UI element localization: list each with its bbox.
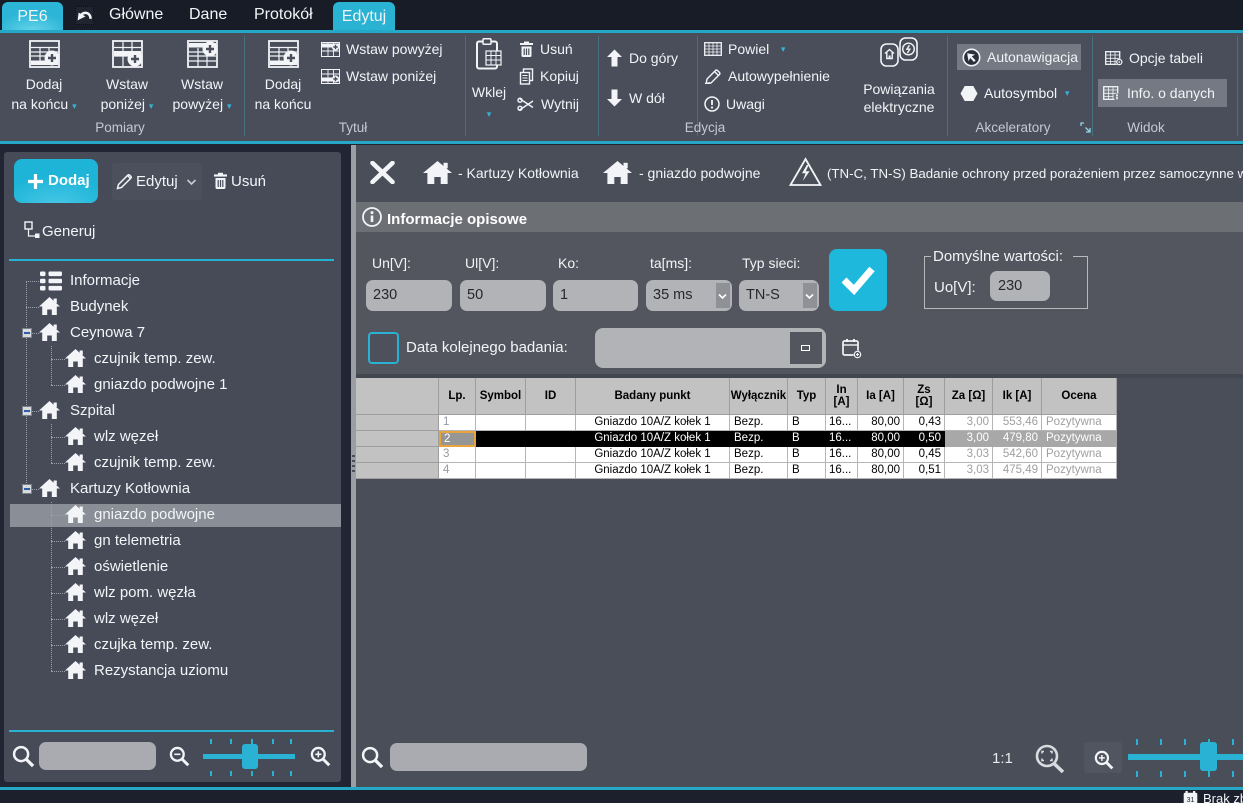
svg-text:31: 31 xyxy=(1187,797,1195,803)
